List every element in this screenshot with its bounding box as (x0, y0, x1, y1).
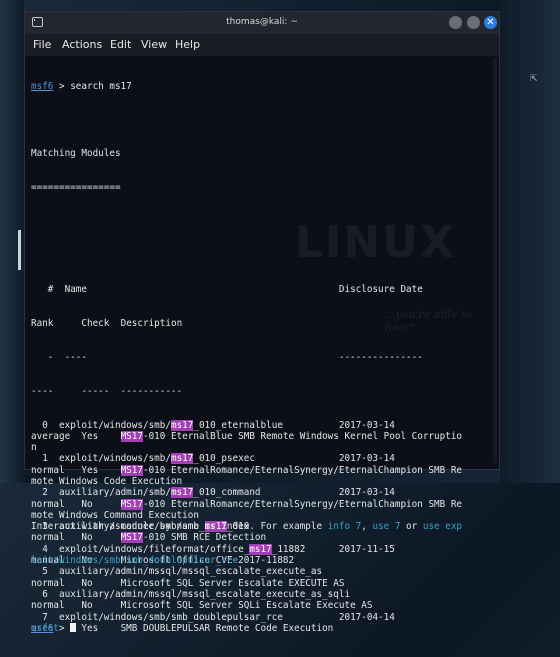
module-path: exploit/windows/smb/ms17_010_psexec (59, 453, 255, 465)
example-info-link[interactable]: info 7 (328, 521, 362, 532)
command-text: search ms17 (70, 80, 132, 92)
module-rank: normal (31, 600, 65, 612)
module-check: No (81, 577, 93, 589)
module-date: 2017-04-14 (338, 611, 395, 623)
interact-hint-line-1: Interact with a module by name or index.… (31, 521, 463, 533)
menu-actions[interactable]: Actions (62, 38, 102, 51)
module-rank: average (31, 430, 71, 442)
module-index: 2 (42, 487, 48, 499)
module-index: 1 (42, 453, 48, 465)
menu-view[interactable]: View (141, 38, 167, 51)
module-index: 6 (42, 588, 48, 600)
header-desc: Description (120, 317, 183, 329)
module-description-wrap: mote Windows Command Execution (31, 509, 199, 521)
close-button[interactable]: ✕ (484, 16, 497, 29)
module-detail-row: normal No MS17-010 EternalRomance/Eterna… (31, 498, 485, 510)
header-rank: Rank (31, 317, 54, 329)
module-detail-row: normal No MS17-010 SMB RCE Detection (31, 532, 485, 544)
minimize-button[interactable] (449, 16, 462, 29)
module-rank: normal (31, 498, 65, 510)
module-path: auxiliary/admin/smb/ms17_010_command (59, 487, 261, 499)
module-list: 0 exploit/windows/smb/ms17_010_eternalbl… (31, 419, 485, 634)
module-path: auxiliary/admin/mssql/mssql_escalate_exe… (59, 566, 323, 578)
module-path: exploit/windows/fileformat/office_ms17_1… (59, 543, 306, 555)
module-detail-row: normal No Microsoft SQL Server Escalate … (31, 578, 485, 589)
section-underline: ================ (31, 182, 121, 194)
module-description: Microsoft SQL Server SQLi Escalate Execu… (120, 600, 373, 612)
title-bar[interactable]: thomas@kali: ~ ✕ (25, 12, 499, 34)
prompt-end: msf6 (31, 622, 54, 634)
prompt: msf6 (31, 80, 54, 92)
section-title: Matching Modules (31, 148, 121, 160)
module-description: MS17-010 SMB RCE Detection (120, 532, 267, 544)
module-rank: normal (31, 464, 65, 476)
module-check: Yes (81, 430, 99, 442)
module-description: MS17-010 EternalRomance/EternalSynergy/E… (120, 498, 463, 510)
module-row[interactable]: 0 exploit/windows/smb/ms17_010_eternalbl… (31, 419, 485, 431)
module-row[interactable]: 7 exploit/windows/smb/smb_doublepulsar_r… (31, 612, 485, 623)
header-check: Check (81, 317, 110, 329)
mouse-cursor-icon: ⇱ (530, 70, 538, 84)
module-check: No (81, 532, 93, 544)
module-description: MS17-010 EternalRomance/EternalSynergy/E… (120, 464, 463, 476)
module-date: 2017-03-14 (338, 487, 395, 499)
terminal-window: thomas@kali: ~ ✕ File Actions Edit View … (24, 11, 500, 634)
header-underline-2: ---- ----- ----------- (31, 385, 183, 397)
module-path: exploit/windows/smb/smb_doublepulsar_rce (59, 611, 283, 623)
module-description-wrap: n (31, 442, 37, 454)
module-index: 7 (42, 611, 48, 623)
header-date: Disclosure Date (338, 283, 423, 295)
header-name: Name (64, 283, 87, 295)
module-path: auxiliary/admin/mssql/mssql_escalate_exe… (59, 588, 351, 600)
module-description: MS17-010 EternalBlue SMB Remote Windows … (120, 430, 463, 442)
module-date: 2017-03-14 (338, 453, 395, 465)
header-underline-1: - ---- --------------- (31, 351, 423, 363)
terminal-output[interactable]: msf6 > search ms17 Matching Modules ====… (31, 58, 485, 634)
menu-bar: File Actions Edit View Help (25, 34, 499, 56)
module-index: 4 (42, 543, 48, 555)
module-check: No (81, 600, 93, 612)
module-row[interactable]: 4 exploit/windows/fileformat/office_ms17… (31, 543, 485, 555)
maximize-button[interactable] (467, 16, 480, 29)
module-index: 0 (42, 419, 48, 431)
header-num: # (47, 283, 54, 295)
module-rank: normal (31, 532, 65, 544)
window-title: thomas@kali: ~ (226, 17, 298, 27)
module-detail-row: normal No Microsoft SQL Server SQLi Esca… (31, 600, 485, 611)
module-rank: normal (31, 577, 65, 589)
module-check: Yes (81, 464, 99, 476)
scrollbar[interactable] (493, 58, 497, 463)
module-detail-row: average Yes MS17-010 EternalBlue SMB Rem… (31, 430, 485, 442)
module-path: exploit/windows/smb/ms17_010_eternalblue (59, 419, 283, 431)
module-description: Microsoft SQL Server Escalate EXECUTE AS (120, 577, 345, 589)
module-check: Yes (81, 622, 99, 634)
text-cursor (70, 622, 77, 632)
module-row[interactable]: 5 auxiliary/admin/mssql/mssql_escalate_e… (31, 566, 485, 577)
module-check: No (81, 498, 93, 510)
module-description: SMB DOUBLEPULSAR Remote Code Execution (120, 622, 334, 634)
menu-edit[interactable]: Edit (110, 38, 131, 51)
desktop-scroll-marker (18, 230, 21, 270)
menu-file[interactable]: File (33, 38, 51, 51)
example-use-path-link[interactable]: use exp (423, 521, 462, 532)
header-row-1: # Name Disclosure Date (31, 284, 485, 295)
command-line: msf6 > search ms17 (31, 80, 132, 92)
module-date: 2017-03-14 (338, 419, 395, 431)
menu-help[interactable]: Help (175, 38, 200, 51)
example-use-link[interactable]: use 7 (372, 521, 400, 532)
module-detail-row: normal Yes MS17-010 EternalRomance/Etern… (31, 464, 485, 476)
header-row-2: Rank Check Description (31, 318, 485, 329)
module-date: 2017-11-15 (338, 543, 395, 555)
module-index: 5 (42, 566, 48, 578)
module-description-wrap: mote Windows Code Execution (31, 475, 183, 487)
